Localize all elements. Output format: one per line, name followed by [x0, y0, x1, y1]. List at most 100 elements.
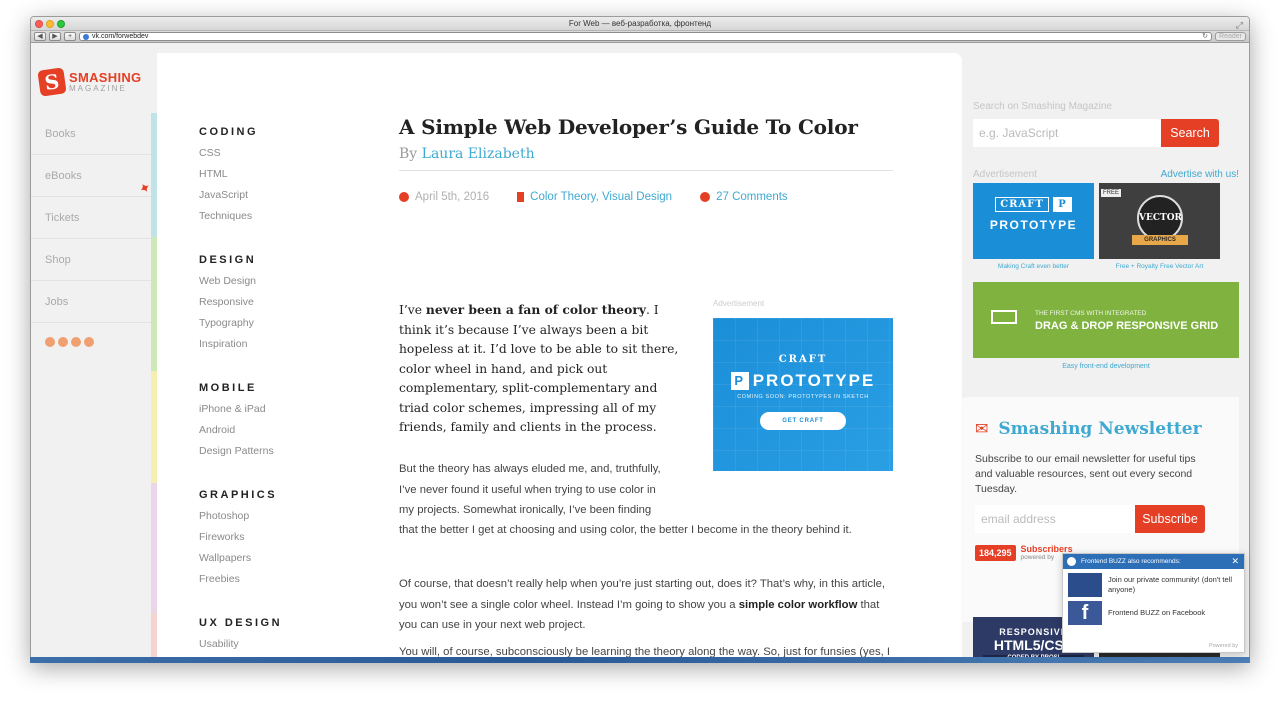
- category-link[interactable]: Freebies: [199, 569, 359, 590]
- rss-icon[interactable]: [45, 337, 55, 347]
- vector-graphics-ad[interactable]: FREE VECTOR GRAPHICS Free + Royalty Free…: [1099, 183, 1220, 270]
- category-title[interactable]: DESIGN: [199, 254, 359, 266]
- nav-item-books[interactable]: Books: [31, 113, 157, 155]
- paragraph-line: I’ve never found it useful when trying t…: [399, 483, 656, 496]
- paragraph-line: my projects. Somewhat ironically, I’ve b…: [399, 504, 652, 516]
- prototype-logo-icon: P: [730, 372, 749, 390]
- category-link[interactable]: Web Design: [199, 271, 359, 292]
- paragraph-line: But the theory has always eluded me, and…: [399, 463, 661, 475]
- nav-label: Jobs: [45, 296, 69, 308]
- nav-item-tickets[interactable]: Tickets: [31, 197, 157, 239]
- address-bar[interactable]: vk.com/forwebdev ↻: [79, 32, 1213, 41]
- intro-text: . I think it’s because I’ve always been …: [399, 303, 679, 434]
- email-field[interactable]: email address: [975, 505, 1135, 533]
- buzz-item-community[interactable]: Join our private community! (don't tell …: [1063, 569, 1244, 597]
- category-link[interactable]: Usability: [199, 634, 359, 655]
- category-link[interactable]: Fireworks: [199, 527, 359, 548]
- category-design: DESIGN Web Design Responsive Typography …: [199, 254, 359, 355]
- site-logo[interactable]: S SMASHING MAGAZINE: [37, 67, 141, 97]
- category-title[interactable]: GRAPHICS: [199, 489, 359, 501]
- back-button[interactable]: ◀: [34, 32, 46, 41]
- craft-ad-sub: PROTOTYPE: [989, 218, 1078, 232]
- author-link[interactable]: Laura Elizabeth: [422, 146, 535, 162]
- category-title[interactable]: CODING: [199, 126, 359, 138]
- category-link[interactable]: Photoshop: [199, 506, 359, 527]
- comment-icon: [700, 192, 711, 202]
- category-graphics: GRAPHICS Photoshop Fireworks Wallpapers …: [199, 489, 359, 590]
- buzz-item-facebook[interactable]: f Frontend BUZZ on Facebook: [1063, 597, 1244, 625]
- twitter-icon[interactable]: [71, 337, 81, 347]
- bookmark-icon: [517, 192, 525, 202]
- category-nav: CODING CSS HTML JavaScript Techniques DE…: [199, 126, 359, 661]
- category-title[interactable]: MOBILE: [199, 382, 359, 394]
- craft-prototype-ad[interactable]: CRAFT P PROTOTYPE Making Craft even bett…: [973, 183, 1094, 270]
- article-meta: April 5th, 2016 Color Theory, Visual Des…: [399, 191, 893, 203]
- craft-ad-l1: CRAFT: [995, 197, 1049, 212]
- buzz-logo-icon: [1067, 557, 1076, 566]
- category-link[interactable]: Android: [199, 420, 359, 441]
- nav-item-jobs[interactable]: Jobs: [31, 281, 157, 323]
- subscribe-form: email address Subscribe: [975, 505, 1227, 533]
- newsletter-title: Smashing Newsletter: [998, 419, 1202, 439]
- buzz-header: Frontend BUZZ also recommends: ✕: [1063, 554, 1244, 569]
- divider: [399, 170, 893, 171]
- ad-craft: CRAFT: [778, 354, 828, 365]
- search-button[interactable]: Search: [1161, 119, 1219, 147]
- craft-advertisement[interactable]: CRAFT P PROTOTYPE COMING SOON: PROTOTYPES…: [713, 318, 893, 471]
- minimize-window-button[interactable]: [46, 20, 54, 28]
- grid-cms-ad[interactable]: THE FIRST CMS WITH INTEGRATED DRAG & DRO…: [973, 282, 1239, 358]
- category-link[interactable]: iPhone & iPad: [199, 399, 359, 420]
- category-link[interactable]: JavaScript: [199, 185, 359, 206]
- ad-caption[interactable]: Making Craft even better: [973, 263, 1094, 270]
- fullscreen-icon[interactable]: ⤢: [1236, 18, 1243, 32]
- category-link[interactable]: Typography: [199, 313, 359, 334]
- os-taskbar: [30, 657, 1250, 663]
- comments-link[interactable]: 27 Comments: [716, 191, 788, 203]
- ad-caption[interactable]: Free + Royalty Free Vector Art: [1099, 263, 1220, 270]
- category-link[interactable]: HTML: [199, 164, 359, 185]
- article-intro: I’ve never been a fan of color theory. I…: [399, 300, 689, 438]
- ad-label: Advertisement: [973, 169, 1037, 180]
- category-link[interactable]: Design Patterns: [199, 441, 359, 462]
- paragraph-bold: simple color workflow: [738, 598, 858, 611]
- sponsor-ads: CRAFT P PROTOTYPE Making Craft even bett…: [973, 183, 1239, 270]
- tags-link[interactable]: Color Theory, Visual Design: [530, 191, 672, 203]
- article-title: A Simple Web Developer’s Guide To Color: [399, 115, 858, 139]
- reload-icon[interactable]: ↻: [1202, 33, 1208, 40]
- category-link[interactable]: Responsive: [199, 292, 359, 313]
- google-plus-icon[interactable]: [84, 337, 94, 347]
- forward-button[interactable]: ▶: [49, 32, 61, 41]
- search-input[interactable]: e.g. JavaScript: [973, 119, 1161, 147]
- category-mobile: MOBILE iPhone & iPad Android Design Patt…: [199, 382, 359, 462]
- logo-sub: MAGAZINE: [69, 84, 127, 93]
- zoom-window-button[interactable]: [57, 20, 65, 28]
- get-craft-button[interactable]: GET CRAFT: [760, 412, 846, 430]
- category-link[interactable]: Wallpapers: [199, 548, 359, 569]
- clock-icon: [399, 192, 409, 202]
- subscribe-button[interactable]: Subscribe: [1135, 505, 1205, 533]
- close-window-button[interactable]: [35, 20, 43, 28]
- ad-label: Advertisement: [713, 299, 765, 308]
- nav-item-shop[interactable]: Shop: [31, 239, 157, 281]
- publish-date: April 5th, 2016: [415, 191, 490, 203]
- nav-label: Tickets: [45, 212, 80, 224]
- category-link[interactable]: Techniques: [199, 206, 359, 227]
- category-ux-design: UX DESIGN Usability: [199, 617, 359, 655]
- newsletter-header: ✉ Smashing Newsletter: [975, 419, 1227, 439]
- category-title[interactable]: UX DESIGN: [199, 617, 359, 629]
- category-link[interactable]: CSS: [199, 143, 359, 164]
- left-nav: Books eBooks ✦ Tickets Shop Jobs: [31, 113, 157, 323]
- advertise-link[interactable]: Advertise with us!: [1161, 169, 1239, 180]
- grid-ad-line2: DRAG & DROP RESPONSIVE GRID: [1035, 320, 1219, 332]
- newsletter-text: Subscribe to our email newsletter for us…: [975, 453, 1196, 495]
- close-icon[interactable]: ✕: [1231, 554, 1239, 569]
- reader-button[interactable]: Reader: [1215, 32, 1246, 41]
- new-tab-button[interactable]: +: [64, 32, 76, 41]
- article-header: A Simple Web Developer’s Guide To Color …: [399, 114, 893, 203]
- facebook-icon[interactable]: [58, 337, 68, 347]
- ad-caption[interactable]: Easy front-end development: [973, 363, 1239, 370]
- article-paragraph: Of course, that doesn’t really help when…: [399, 574, 893, 636]
- category-link[interactable]: Inspiration: [199, 334, 359, 355]
- nav-item-ebooks[interactable]: eBooks ✦: [31, 155, 157, 198]
- intro-bold: never been a fan of color theory: [425, 302, 646, 317]
